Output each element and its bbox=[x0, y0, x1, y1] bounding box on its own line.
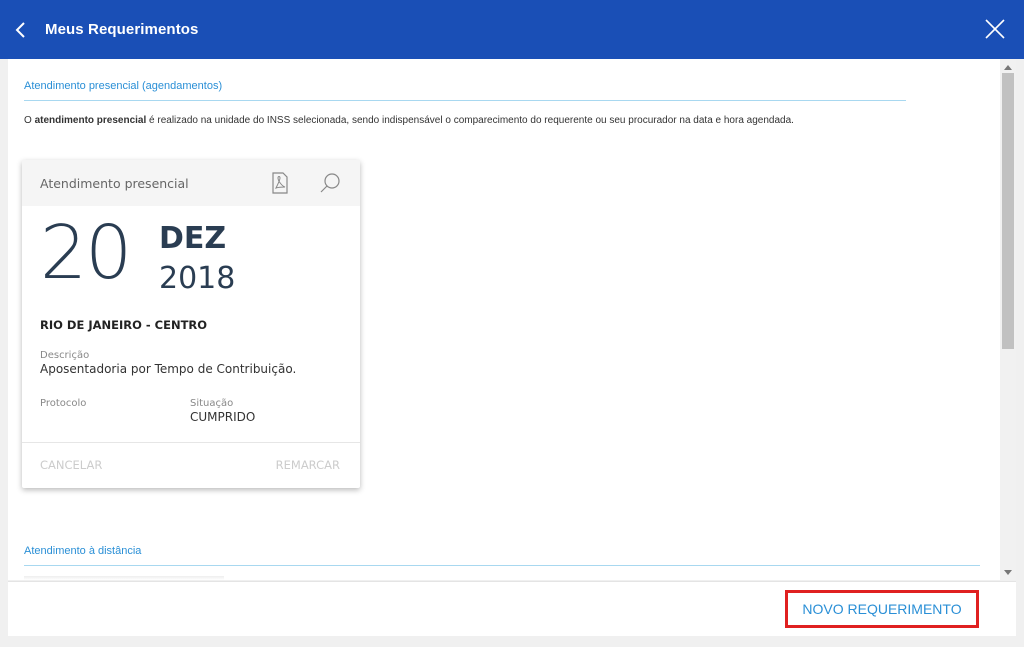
page-title: Meus Requerimentos bbox=[45, 21, 199, 38]
situacao-value: CUMPRIDO bbox=[190, 410, 256, 424]
chevron-left-icon bbox=[15, 21, 25, 38]
section-title-presencial: Atendimento presencial (agendamentos) bbox=[24, 80, 223, 92]
section-divider bbox=[24, 100, 906, 101]
pdf-icon bbox=[272, 172, 288, 194]
close-icon bbox=[985, 19, 1005, 39]
scroll-down-arrow-icon[interactable] bbox=[1004, 570, 1012, 575]
scroll-thumb[interactable] bbox=[1002, 73, 1014, 349]
appointment-day: 20 bbox=[40, 210, 132, 296]
search-button[interactable] bbox=[318, 171, 342, 195]
card-divider bbox=[22, 442, 360, 443]
novo-requerimento-button[interactable]: NOVO REQUERIMENTO bbox=[785, 590, 979, 628]
descricao-label: Descrição bbox=[40, 350, 90, 361]
protocolo-label: Protocolo bbox=[40, 398, 87, 409]
back-button[interactable] bbox=[4, 0, 38, 59]
content-panel: Atendimento presencial (agendamentos) O … bbox=[8, 59, 1016, 580]
section-title-distancia: Atendimento à distância bbox=[24, 545, 142, 557]
cancel-button[interactable]: CANCELAR bbox=[40, 458, 102, 472]
card-title: Atendimento presencial bbox=[40, 175, 189, 191]
clipped-content bbox=[24, 576, 224, 580]
appointment-card: Atendimento presencial 20 DEZ 2018 RIO D… bbox=[22, 160, 360, 488]
close-button[interactable] bbox=[980, 14, 1010, 44]
descricao-value: Aposentadoria por Tempo de Contribuição. bbox=[40, 362, 297, 376]
scrollbar[interactable] bbox=[1000, 59, 1016, 580]
reschedule-button[interactable]: REMARCAR bbox=[276, 458, 340, 472]
section-divider-distancia bbox=[24, 565, 980, 566]
scroll-up-arrow-icon[interactable] bbox=[1004, 65, 1012, 70]
card-header: Atendimento presencial bbox=[22, 160, 360, 206]
situacao-label: Situação bbox=[190, 398, 234, 409]
inss-unit: RIO DE JANEIRO - CENTRO bbox=[40, 318, 208, 332]
intro-text: O atendimento presencial é realizado na … bbox=[24, 115, 794, 126]
app-header: Meus Requerimentos bbox=[0, 0, 1024, 59]
pdf-button[interactable] bbox=[270, 172, 290, 194]
footer-bar: NOVO REQUERIMENTO bbox=[8, 581, 1016, 636]
appointment-year: 2018 bbox=[159, 261, 236, 296]
search-icon bbox=[320, 173, 340, 193]
appointment-month: DEZ bbox=[159, 221, 227, 256]
